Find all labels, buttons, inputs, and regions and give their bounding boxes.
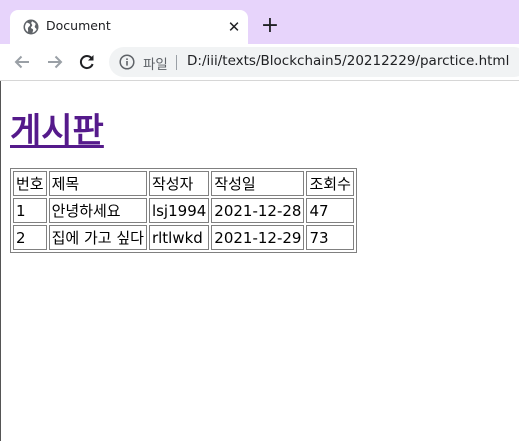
tab-title: Document (46, 18, 111, 33)
url-text[interactable]: D:/iii/texts/Blockchain5/20212229/parcti… (187, 53, 509, 69)
tab-close-icon[interactable]: ✕ (224, 17, 244, 37)
info-icon[interactable] (119, 54, 135, 70)
forward-button[interactable] (42, 49, 68, 75)
column-header-date: 작성일 (211, 171, 305, 196)
cell-date: 2021-12-28 (211, 198, 305, 223)
column-header-number: 번호 (13, 171, 47, 196)
cell-views: 47 (306, 198, 354, 223)
column-header-author: 작성자 (148, 171, 210, 196)
cell-number: 1 (13, 198, 47, 223)
tab-document[interactable]: Document ✕ (10, 10, 248, 44)
column-header-views: 조회수 (306, 171, 354, 196)
address-bar[interactable]: 파일 D:/iii/texts/Blockchain5/20212229/par… (109, 47, 519, 77)
omnibox-divider (176, 55, 177, 70)
tab-strip: Document ✕ + (0, 0, 519, 44)
cell-author: rltlwkd (148, 225, 210, 250)
new-tab-button[interactable]: + (258, 14, 282, 38)
arrow-left-icon (14, 55, 29, 69)
column-header-title: 제목 (48, 171, 147, 196)
page-title-link[interactable]: 게시판 (10, 103, 104, 152)
cell-title: 집에 가고 싶다 (48, 225, 147, 250)
back-button[interactable] (9, 49, 35, 75)
cell-author: lsj1994 (148, 198, 210, 223)
cell-date: 2021-12-29 (211, 225, 305, 250)
reload-button[interactable] (74, 49, 100, 75)
table-row: 1 안녕하세요 lsj1994 2021-12-28 47 (13, 198, 354, 223)
browser-window: Document ✕ + 파일 D:/iii/texts/Blockchain5… (0, 0, 519, 441)
cell-title: 안녕하세요 (48, 198, 147, 223)
cell-views: 73 (306, 225, 354, 250)
page-content: 게시판 번호 제목 작성자 작성일 조회수 1 안녕하세요 lsj1994 20… (0, 81, 519, 441)
arrow-right-icon (48, 55, 63, 69)
reload-icon (79, 55, 94, 70)
cell-number: 2 (13, 225, 47, 250)
scheme-label: 파일 (143, 57, 168, 73)
table-row: 2 집에 가고 싶다 rltlwkd 2021-12-29 73 (13, 225, 354, 250)
toolbar: 파일 D:/iii/texts/Blockchain5/20212229/par… (0, 44, 519, 81)
table-header-row: 번호 제목 작성자 작성일 조회수 (13, 171, 354, 196)
board-table: 번호 제목 작성자 작성일 조회수 1 안녕하세요 lsj1994 2021-1… (10, 168, 357, 253)
globe-icon (23, 19, 39, 35)
